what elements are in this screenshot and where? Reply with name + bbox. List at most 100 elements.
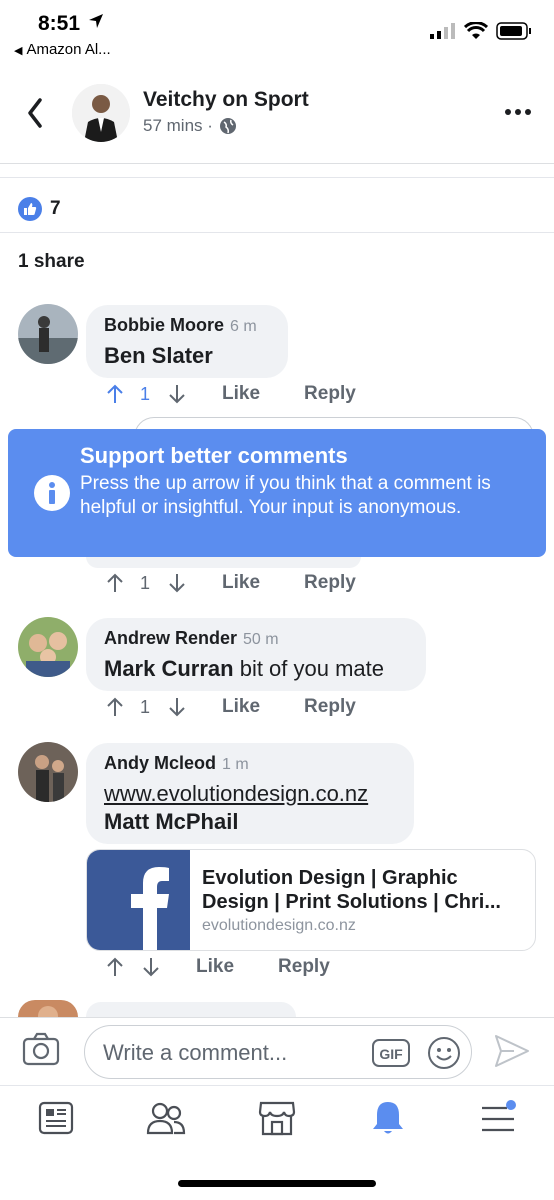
comment-time: 6 m: [230, 318, 257, 335]
like-reaction-icon: [18, 197, 42, 221]
vote-group: 1: [106, 573, 186, 594]
reply-button[interactable]: Reply: [304, 696, 356, 718]
comment-text: Mark Curran bit of you mate: [104, 656, 385, 681]
like-button[interactable]: Like: [222, 696, 260, 718]
nav-menu[interactable]: [478, 1098, 518, 1138]
upvote-arrow-icon[interactable]: [106, 697, 124, 717]
like-count: 7: [50, 198, 61, 219]
bottom-navigation: [0, 1085, 554, 1155]
facebook-logo-icon: [87, 850, 190, 950]
comment-header: Bobbie Moore 6 m: [104, 315, 270, 336]
commenter-avatar[interactable]: [18, 304, 78, 364]
status-bar: 8:51 ◀ Amazon Al...: [0, 0, 554, 64]
globe-icon: [219, 118, 236, 134]
comment-composer: Write a comment... GIF: [0, 1017, 554, 1085]
downvote-arrow-icon[interactable]: [168, 573, 186, 593]
comment-bubble[interactable]: Andrew Render 50 m Mark Curran bit of you…: [86, 618, 426, 691]
menu-icon: [482, 1100, 516, 1132]
link-preview-title: Evolution Design | Graphic Design | Prin…: [202, 867, 501, 913]
nav-notifications[interactable]: [368, 1098, 408, 1138]
more-options-icon[interactable]: [504, 108, 532, 116]
friends-icon: [146, 1102, 186, 1135]
upvote-arrow-icon[interactable]: [106, 573, 124, 593]
link-preview-domain: evolutiondesign.co.nz: [202, 917, 356, 934]
mention[interactable]: Matt McPhail: [104, 809, 238, 834]
status-time: 8:51: [38, 12, 81, 35]
commenter-avatar[interactable]: [18, 617, 78, 677]
post-header: Veitchy on Sport 57 mins ·: [0, 64, 554, 164]
page-title[interactable]: Veitchy on Sport: [143, 88, 309, 112]
battery-icon: [496, 22, 531, 40]
nav-friends[interactable]: [146, 1098, 186, 1138]
divider: [0, 177, 554, 178]
back-chevron-icon[interactable]: [22, 96, 50, 130]
nav-marketplace[interactable]: [257, 1098, 297, 1138]
post-time: 57 mins ·: [143, 116, 213, 135]
tooltip-title: Support better comments: [80, 443, 348, 468]
wifi-icon: [464, 22, 488, 39]
comment-time: 1 m: [222, 756, 249, 773]
comment-actions: Like Reply: [106, 956, 330, 978]
comment-time: 50 m: [243, 631, 279, 648]
upvote-arrow-icon[interactable]: [106, 957, 124, 977]
vote-count: 1: [140, 572, 151, 593]
vote-group: [106, 957, 160, 977]
reactions-summary[interactable]: 7: [18, 197, 61, 221]
home-indicator: [178, 1180, 376, 1187]
comment-bubble[interactable]: [86, 1002, 296, 1017]
signal-icon: [430, 23, 455, 39]
camera-icon[interactable]: [22, 1032, 60, 1066]
nav-news-feed[interactable]: [36, 1098, 76, 1138]
like-button[interactable]: Like: [222, 383, 260, 405]
comment-author[interactable]: Andrew Render: [104, 628, 237, 648]
gif-icon[interactable]: GIF: [371, 1038, 411, 1068]
vote-group: 1: [106, 384, 186, 405]
reply-button[interactable]: Reply: [304, 572, 356, 594]
comment-actions: 1 Like Reply: [106, 572, 356, 594]
location-arrow-icon: [89, 14, 103, 28]
downvote-arrow-icon[interactable]: [168, 697, 186, 717]
comment-placeholder: Write a comment...: [103, 1040, 288, 1065]
comment-author[interactable]: Bobbie Moore: [104, 315, 224, 335]
back-to-app-link[interactable]: ◀ Amazon Al...: [14, 41, 111, 58]
emoji-icon[interactable]: [427, 1036, 461, 1070]
commenter-avatar[interactable]: [18, 1000, 78, 1017]
send-icon[interactable]: [494, 1034, 530, 1068]
comment-author[interactable]: Andy Mcleod: [104, 753, 216, 773]
upvote-arrow-icon[interactable]: [106, 384, 124, 404]
comment-text: www.evolutiondesign.co.nz Matt McPhail: [104, 780, 396, 836]
comment-text: Ben Slater: [104, 342, 270, 370]
downvote-arrow-icon[interactable]: [142, 957, 160, 977]
commenter-avatar[interactable]: [18, 742, 78, 802]
page-avatar[interactable]: [72, 84, 130, 142]
vote-count: 1: [140, 383, 151, 404]
info-icon: [34, 475, 70, 511]
comment-bubble[interactable]: Andy Mcleod 1 m www.evolutiondesign.co.nz…: [86, 743, 414, 844]
reply-button[interactable]: Reply: [278, 956, 330, 978]
comment-input[interactable]: Write a comment... GIF: [84, 1025, 472, 1079]
comment-actions: 1 Like Reply: [106, 383, 356, 405]
link-preview-card[interactable]: Evolution Design | Graphic Design | Prin…: [86, 849, 536, 951]
comment-bubble[interactable]: Bobbie Moore 6 m Ben Slater: [86, 305, 288, 378]
support-comments-tooltip[interactable]: Support better comments Press the up arr…: [8, 429, 546, 557]
news-feed-icon: [38, 1101, 74, 1135]
notifications-bell-icon: [373, 1102, 403, 1134]
mention[interactable]: Mark Curran: [104, 656, 234, 681]
status-icons: [430, 22, 532, 40]
comment-header: Andy Mcleod 1 m: [104, 753, 396, 774]
downvote-arrow-icon[interactable]: [168, 384, 186, 404]
mention[interactable]: Ben Slater: [104, 343, 213, 368]
reply-button[interactable]: Reply: [304, 383, 356, 405]
like-button[interactable]: Like: [196, 956, 234, 978]
post-meta: 57 mins ·: [143, 116, 237, 136]
comment-link[interactable]: www.evolutiondesign.co.nz: [104, 780, 396, 808]
like-button[interactable]: Like: [222, 572, 260, 594]
divider: [0, 232, 554, 233]
tooltip-body: Press the up arrow if you think that a c…: [80, 473, 491, 518]
comment-actions: 1 Like Reply: [106, 696, 356, 718]
comment-header: Andrew Render 50 m: [104, 628, 408, 649]
share-count[interactable]: 1 share: [18, 251, 85, 273]
vote-count: 1: [140, 696, 151, 717]
svg-text:GIF: GIF: [379, 1046, 403, 1062]
vote-group: 1: [106, 697, 186, 718]
